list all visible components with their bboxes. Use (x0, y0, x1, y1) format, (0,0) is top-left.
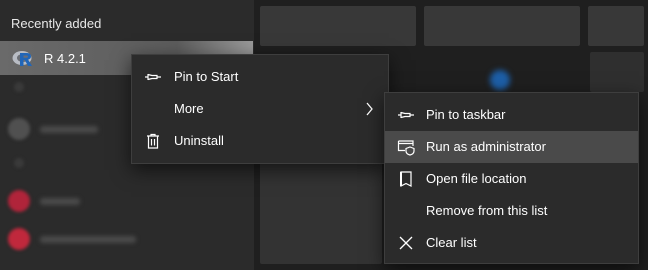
blurred-app-label (40, 198, 80, 205)
blurred-app-icon (8, 118, 30, 140)
submenu-item-label: Clear list (426, 235, 477, 250)
menu-item-more[interactable]: More (132, 93, 388, 125)
pin-icon (398, 111, 414, 119)
recent-app-name: R 4.2.1 (44, 51, 86, 66)
blurred-app-label (40, 126, 98, 133)
menu-item-pin-to-start[interactable]: Pin to Start (132, 61, 388, 93)
menu-item-label: More (174, 101, 204, 116)
submenu-item-label: Open file location (426, 171, 527, 186)
tile (424, 6, 580, 46)
tile-icon (490, 70, 510, 90)
blur-letter (14, 158, 24, 168)
tile (590, 52, 644, 92)
tile (260, 6, 416, 46)
menu-item-uninstall[interactable]: Uninstall (132, 125, 388, 157)
recently-added-heading: Recently added (11, 16, 102, 31)
submenu-item-clear-list[interactable]: Clear list (385, 227, 638, 259)
submenu-item-open-file-location[interactable]: Open file location (385, 163, 638, 195)
submenu-item-remove-from-list[interactable]: Remove from this list (385, 195, 638, 227)
pin-icon (145, 73, 161, 81)
document-icon (400, 171, 412, 187)
blurred-app-icon (8, 190, 30, 212)
menu-item-label: Pin to Start (174, 69, 239, 84)
submenu-item-label: Pin to taskbar (426, 107, 506, 122)
close-icon (399, 236, 413, 250)
r-logo-icon (12, 51, 32, 66)
blur-letter (14, 82, 24, 92)
chevron-right-icon (366, 102, 373, 116)
context-menu: Pin to Start More Uninstall (131, 54, 389, 164)
menu-item-label: Uninstall (174, 133, 224, 148)
submenu-item-pin-to-taskbar[interactable]: Pin to taskbar (385, 99, 638, 131)
shield-window-icon (397, 140, 415, 156)
more-submenu: Pin to taskbar Run as administrator Open… (384, 92, 639, 264)
submenu-item-run-as-administrator[interactable]: Run as administrator (385, 131, 638, 163)
blurred-app-label (40, 236, 136, 243)
blurred-app-icon (8, 228, 30, 250)
tile (588, 6, 644, 46)
submenu-item-label: Remove from this list (426, 203, 548, 218)
submenu-item-label: Run as administrator (426, 139, 546, 154)
tile (260, 160, 382, 264)
trash-icon (147, 133, 159, 149)
